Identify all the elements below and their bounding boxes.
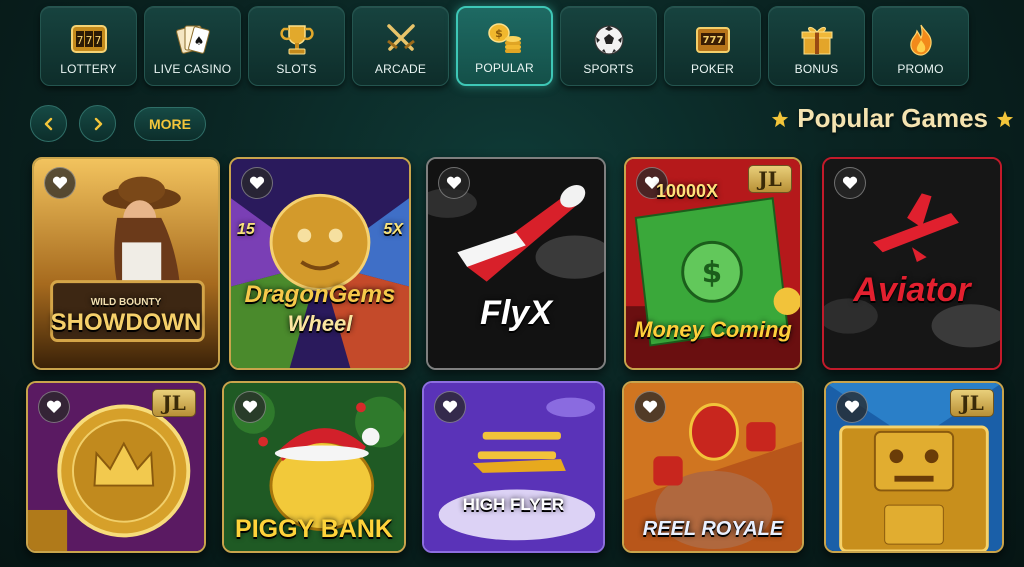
game-card-crown-coin[interactable]: JL	[26, 381, 206, 553]
prev-button[interactable]	[30, 105, 67, 142]
svg-text:7: 7	[94, 34, 101, 47]
multiplier-text: 10000X	[656, 181, 719, 201]
category-live-casino[interactable]: ♠ LIVE CASINO	[144, 6, 241, 86]
category-label: POPULAR	[475, 61, 534, 75]
game-card-high-flyer[interactable]: HIGH FLYER	[422, 381, 605, 553]
wheel-segment-right: 5X	[383, 221, 403, 238]
heart-icon	[446, 176, 462, 189]
section-title: Popular Games	[797, 103, 988, 133]
svg-text:♠: ♠	[193, 34, 204, 48]
game-card-dragon-gems-wheel[interactable]: 15 5X DragonGems Wheel	[229, 157, 411, 370]
category-label: BONUS	[794, 62, 839, 76]
chevron-left-icon	[44, 117, 52, 130]
game-title-line2: Wheel	[287, 311, 353, 336]
slot-777-icon: 7 7 7	[70, 25, 107, 53]
category-bonus[interactable]: BONUS	[768, 6, 865, 86]
provider-badge: JL	[950, 389, 994, 417]
game-card-flyx[interactable]: FlyX	[426, 157, 606, 370]
flame-icon	[909, 24, 932, 56]
favorite-button[interactable]	[438, 167, 470, 199]
game-subtitle: WILD BOUNTY	[90, 297, 162, 308]
category-lottery[interactable]: 7 7 7 LOTTERY	[40, 6, 137, 86]
heart-icon	[642, 400, 658, 413]
game-card-golden-mask[interactable]: JL	[824, 381, 1004, 553]
playing-cards-icon: ♠	[175, 25, 210, 54]
svg-text:777: 777	[702, 35, 723, 46]
category-label: POKER	[690, 62, 734, 76]
heart-icon	[46, 400, 62, 413]
favorite-button[interactable]	[234, 391, 266, 423]
provider-badge: JL	[152, 389, 196, 417]
game-title: HIGH FLYER	[462, 495, 565, 514]
heart-icon	[442, 400, 458, 413]
star-icon	[772, 110, 789, 127]
category-label: LOTTERY	[60, 62, 117, 76]
category-label: PROMO	[897, 62, 944, 76]
chevron-right-icon	[94, 117, 102, 130]
slot-machine-icon: 777	[695, 27, 730, 53]
favorite-button[interactable]	[836, 391, 868, 423]
favorite-button[interactable]	[834, 167, 866, 199]
game-title: PIGGY BANK	[235, 515, 393, 543]
svg-text:7: 7	[76, 34, 83, 47]
category-label: SLOTS	[276, 62, 317, 76]
category-slots[interactable]: SLOTS	[248, 6, 345, 86]
svg-text:$: $	[495, 27, 503, 40]
svg-text:$: $	[702, 256, 722, 290]
game-title: Money Coming	[634, 317, 792, 342]
more-button[interactable]: MORE	[134, 106, 206, 141]
favorite-button[interactable]	[434, 391, 466, 423]
trophy-icon	[279, 25, 314, 55]
game-card-showdown[interactable]: WILD BOUNTY SHOWDOWN	[32, 157, 220, 370]
heart-icon	[842, 176, 858, 189]
category-sports[interactable]: SPORTS	[560, 6, 657, 86]
category-poker[interactable]: 777 POKER	[664, 6, 761, 86]
heart-icon	[844, 400, 860, 413]
crossed-swords-icon	[386, 24, 415, 51]
category-arcade[interactable]: ARCADE	[352, 6, 449, 86]
favorite-button[interactable]	[241, 167, 273, 199]
next-button[interactable]	[79, 105, 116, 142]
carousel-controls: MORE	[30, 105, 206, 142]
game-title: REEL ROYALE	[642, 518, 784, 540]
soccer-ball-icon	[593, 25, 624, 55]
game-title: SHOWDOWN	[50, 309, 202, 336]
category-label: LIVE CASINO	[153, 62, 232, 76]
game-title: Aviator	[853, 271, 971, 309]
favorite-button[interactable]	[634, 391, 666, 423]
wheel-segment-left: 15	[237, 221, 255, 238]
favorite-button[interactable]	[44, 167, 76, 199]
game-card-piggy-bank[interactable]: PIGGY BANK	[222, 381, 406, 553]
coin-stack-icon: $	[487, 23, 521, 53]
game-card-aviator[interactable]: Aviator	[822, 157, 1002, 370]
heart-icon	[52, 176, 68, 189]
favorite-button[interactable]	[38, 391, 70, 423]
game-card-money-coming[interactable]: $ JL 10000X Money Coming	[624, 157, 802, 370]
heart-icon	[242, 400, 258, 413]
heart-icon	[249, 176, 265, 189]
svg-text:7: 7	[85, 34, 92, 47]
game-title: FlyX	[480, 294, 552, 332]
category-nav: 7 7 7 LOTTERY ♠ LIVE CASINO SLOTS ARCADE…	[40, 6, 969, 86]
star-icon	[996, 110, 1014, 127]
game-card-reel-royale[interactable]: REEL ROYALE	[622, 381, 804, 553]
category-label: SPORTS	[583, 62, 634, 76]
category-label: ARCADE	[374, 62, 427, 76]
provider-badge: JL	[748, 165, 792, 193]
category-popular[interactable]: $ POPULAR	[456, 6, 553, 86]
gift-box-icon	[801, 26, 832, 55]
section-header: Popular Games	[771, 103, 1014, 134]
category-promo[interactable]: PROMO	[872, 6, 969, 86]
game-title: DragonGems	[244, 281, 396, 308]
